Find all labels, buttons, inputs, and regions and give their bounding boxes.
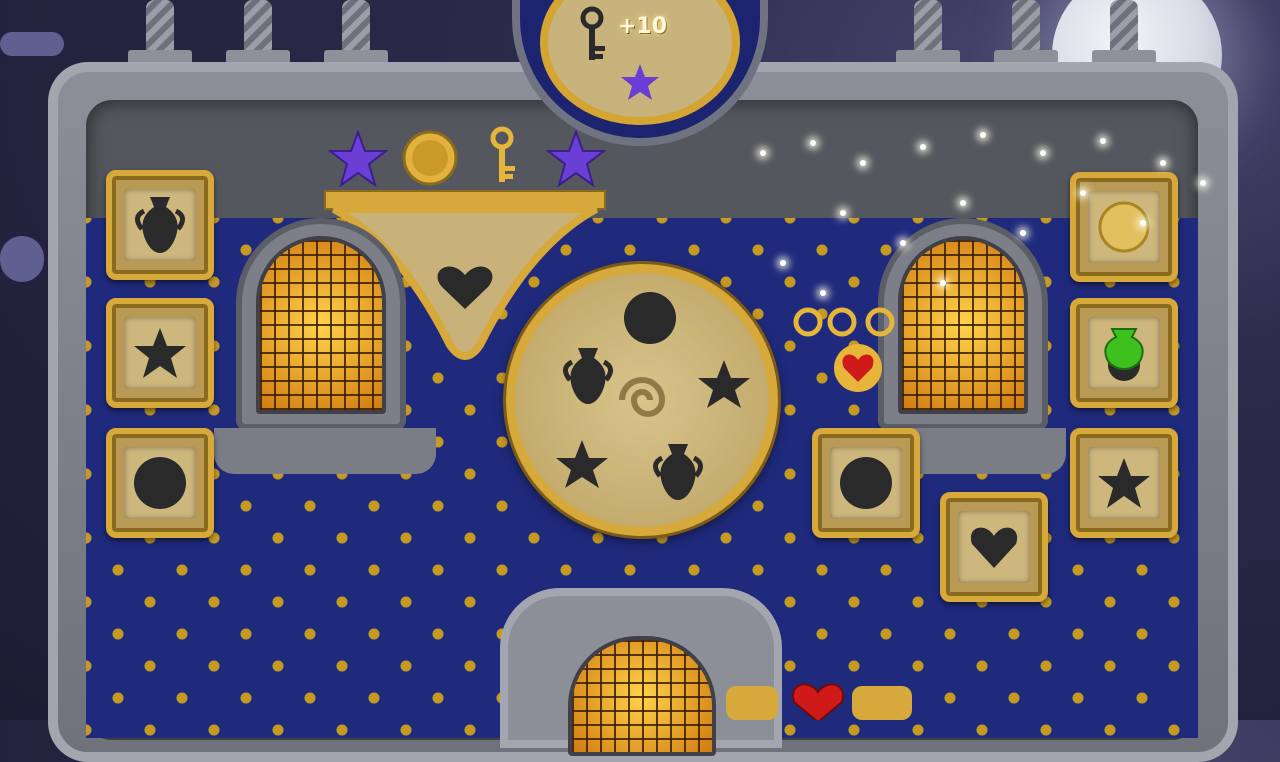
star-icon [134,328,186,378]
sparkle-effect [720,120,1220,310]
left-window [256,236,386,414]
heart-icon [970,527,1018,568]
purple-star-icon [328,130,388,188]
chain-heart-ornament[interactable] [782,300,900,396]
cloud [0,32,64,56]
bottom-inventory [726,683,912,720]
urn-icon [135,197,185,253]
purple-star-icon [621,64,659,100]
urn-slot-icon [653,444,703,500]
score-popup: +10 [618,14,668,39]
tile-star[interactable] [106,298,214,408]
heart-icon [791,683,845,720]
star-slot-icon [698,360,750,408]
tile-heart[interactable] [940,492,1048,602]
bottom-window [568,636,716,756]
circle-icon [840,457,892,509]
window-ledge [214,428,436,474]
tile-urn-green[interactable] [1070,298,1178,408]
star-slot-icon [556,440,608,488]
gold-key-icon[interactable] [484,126,520,188]
key-silhouette-icon [580,6,605,60]
tile-circle[interactable] [106,428,214,538]
cloud [0,236,44,282]
right-balustrade [896,0,1156,64]
tile-star[interactable] [1070,428,1178,538]
gold-coin-icon[interactable] [400,128,460,188]
left-balustrade [128,0,388,64]
purple-star-icon [546,130,606,188]
circle-icon [134,457,186,509]
green-urn-icon [1104,328,1144,381]
tile-urn[interactable] [106,170,214,280]
urn-slot-icon [563,348,613,404]
spiral-center-icon [619,377,666,417]
tile-circle[interactable] [812,428,920,538]
circle-slot-icon [624,292,676,344]
star-icon [1098,458,1150,508]
